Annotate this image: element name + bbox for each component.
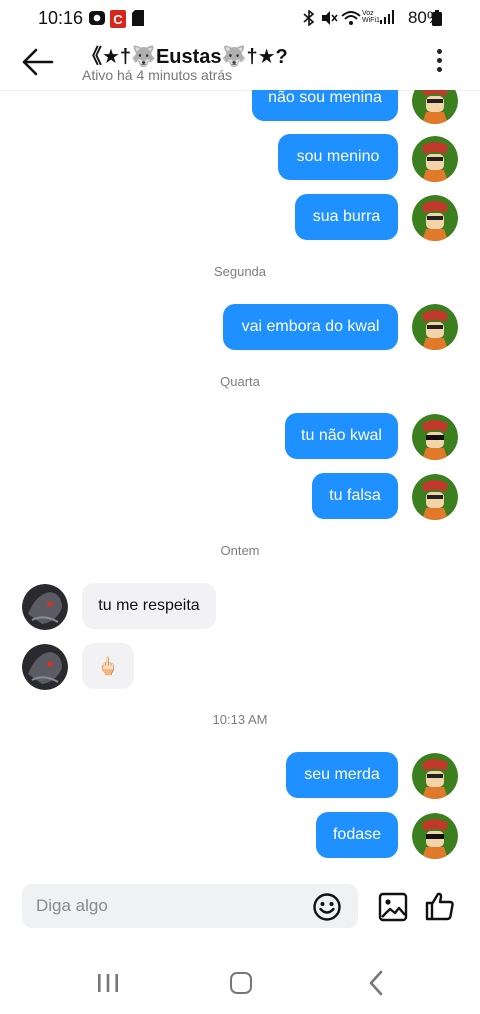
outgoing-message[interactable]: tu falsa [312,473,398,519]
avatar-self[interactable] [412,195,458,241]
svg-text:C: C [113,12,123,27]
avatar-self-image [412,753,458,799]
date-separator: 10:13 AM [212,712,268,727]
app-notification-icon: C [110,10,126,28]
back-arrow-icon[interactable] [18,44,58,80]
system-back-icon[interactable] [366,970,386,996]
outgoing-message[interactable]: sua burra [295,194,398,240]
outgoing-message[interactable]: seu merda [286,752,398,798]
date-separator: Ontem [220,543,260,558]
date-separator: Quarta [220,374,260,389]
emoji-icon[interactable] [312,892,342,922]
outgoing-message[interactable]: fodase [316,812,398,858]
outgoing-message[interactable]: não sou menina [252,90,398,121]
message-list[interactable]: não sou menina sou menino sua burra Segu… [0,90,480,880]
outgoing-message[interactable]: sou menino [278,134,398,180]
avatar-self-image [412,414,458,460]
avatar-self-image [412,813,458,859]
avatar-contact[interactable] [22,584,68,630]
signal-icon [380,10,394,24]
avatar-contact-image [22,584,68,630]
image-icon[interactable] [378,892,408,922]
date-separator: Segunda [213,264,267,279]
network-label: Voz WiFi1 [362,10,380,24]
avatar-self-image [412,474,458,520]
media-icon [89,11,105,25]
status-time: 10:16 [38,8,84,28]
status-bar: 10:16 C Voz WiFi1 80% [0,0,480,36]
avatar-self-image [412,90,458,124]
avatar-self[interactable] [412,813,458,859]
thumbs-up-icon[interactable] [424,890,456,922]
avatar-contact-image [22,644,68,690]
message-input[interactable] [22,884,358,928]
chat-header: 《★†🐺Eustas🐺†★? Ativo há 4 minutos atrás [0,36,480,91]
incoming-message[interactable]: tu me respeita [82,583,216,629]
chat-subtitle: Ativo há 4 minutos atrás [82,67,233,83]
bluetooth-icon [303,10,315,26]
avatar-self[interactable] [412,90,458,124]
avatar-self-image [412,136,458,182]
avatar-self-image [412,195,458,241]
sd-card-icon [132,10,144,26]
incoming-message[interactable]: 🖕🏻 [82,643,134,689]
outgoing-message[interactable]: tu não kwal [285,413,398,459]
recent-apps-icon[interactable] [96,972,120,994]
chat-title[interactable]: 《★†🐺Eustas🐺†★? [82,40,288,69]
avatar-self[interactable] [412,136,458,182]
avatar-self[interactable] [412,753,458,799]
outgoing-message[interactable]: vai embora do kwal [223,304,398,350]
battery-icon [432,10,442,26]
avatar-self-image [412,304,458,350]
message-composer [0,880,480,936]
avatar-self[interactable] [412,414,458,460]
wifi-icon [341,11,361,25]
system-nav-bar [0,950,480,1014]
avatar-contact[interactable] [22,644,68,690]
avatar-self[interactable] [412,304,458,350]
avatar-self[interactable] [412,474,458,520]
mute-icon [322,11,338,25]
kebab-menu-icon[interactable] [430,46,448,80]
home-icon[interactable] [230,972,252,994]
